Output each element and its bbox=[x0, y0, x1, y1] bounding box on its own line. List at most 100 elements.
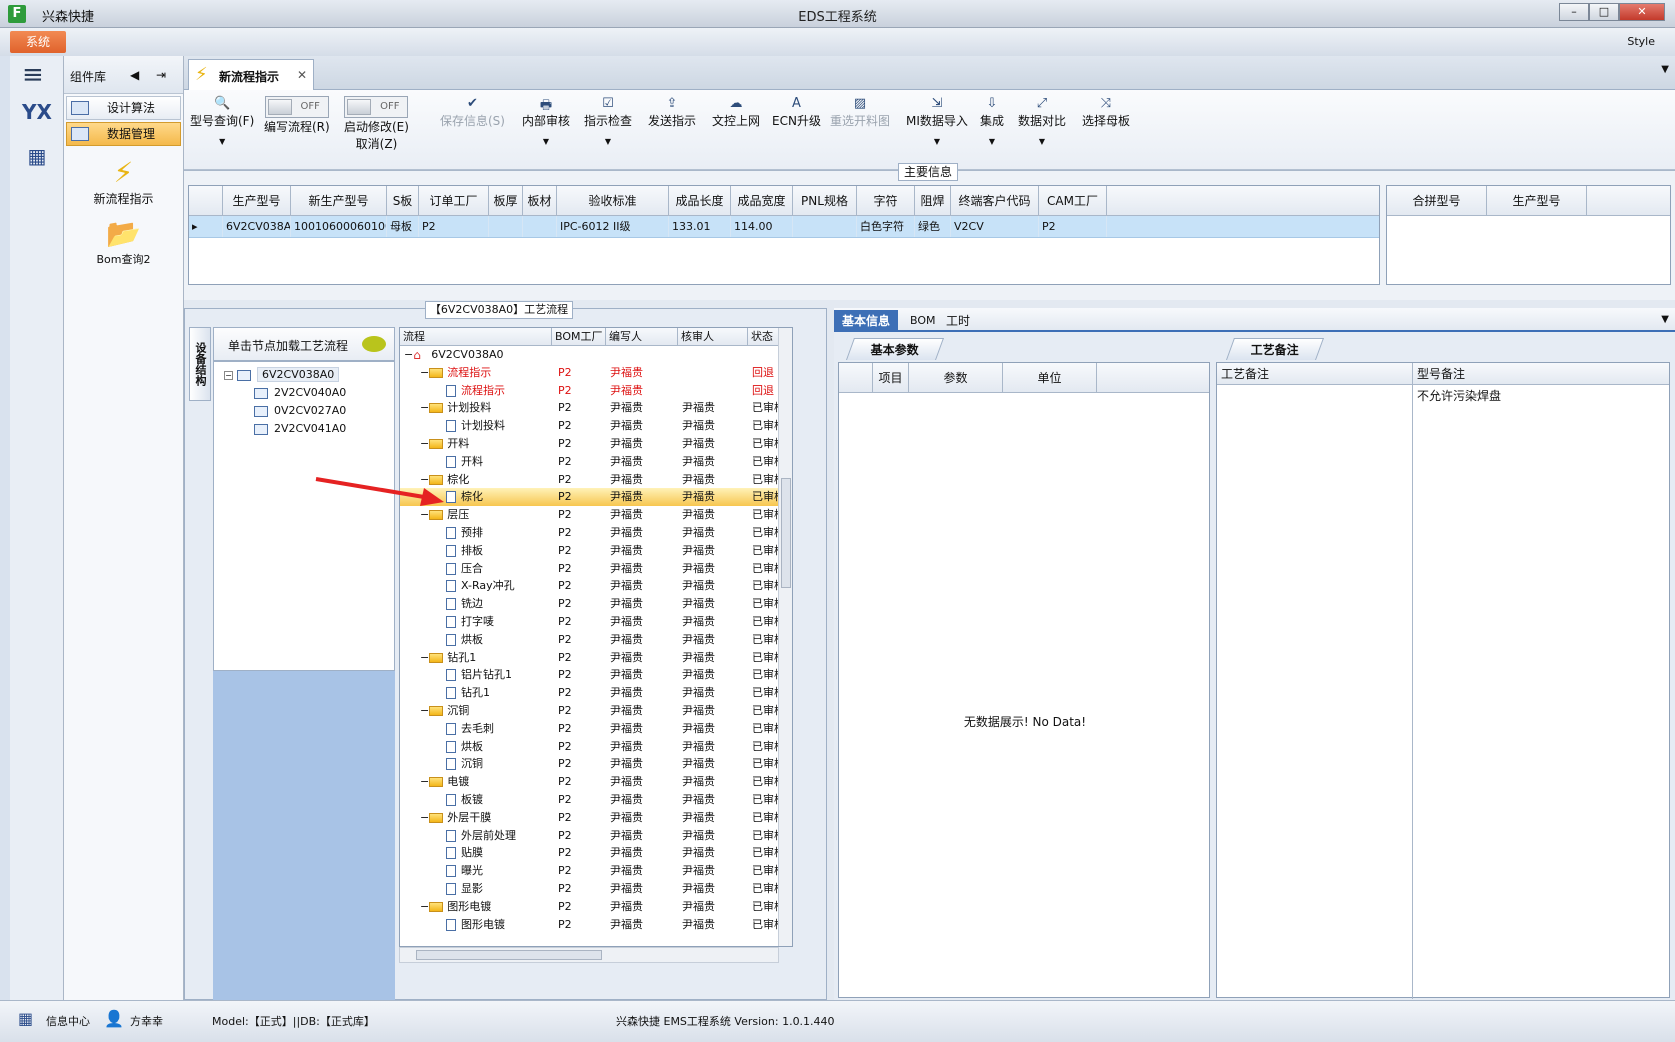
column-header[interactable]: 编写人 bbox=[606, 328, 678, 345]
column-header[interactable]: 核审人 bbox=[678, 328, 748, 345]
tree-node[interactable]: 2V2CV041A0 bbox=[214, 420, 394, 438]
tool-new-flow[interactable]: ⚡ 新流程指示 bbox=[64, 156, 183, 207]
chevron-down-icon[interactable]: ▼ bbox=[1661, 314, 1669, 325]
table-row[interactable]: 显影 P2 尹福贵 尹福贵 已审核 bbox=[400, 880, 792, 898]
table-row[interactable]: 流程指示 P2 尹福贵 回退 bbox=[400, 382, 792, 400]
grid-cell[interactable]: 114.00 bbox=[731, 216, 793, 237]
table-row[interactable]: 外层前处理 P2 尹福贵 尹福贵 已审核 bbox=[400, 827, 792, 845]
table-row[interactable]: − 计划投料 P2 尹福贵 尹福贵 已审核 bbox=[400, 399, 792, 417]
info-center-link[interactable]: 信息中心 bbox=[46, 1013, 90, 1029]
table-row[interactable]: 沉铜 P2 尹福贵 尹福贵 已审核 bbox=[400, 755, 792, 773]
grid-cell[interactable]: 白色字符 bbox=[857, 216, 915, 237]
column-header[interactable]: 终端客户代码 bbox=[951, 186, 1039, 215]
column-header[interactable]: 状态 bbox=[748, 328, 782, 345]
table-row[interactable]: 压合 P2 尹福贵 尹福贵 已审核 bbox=[400, 560, 792, 578]
pin-icon[interactable]: ⇥ bbox=[156, 68, 166, 82]
grid-cell[interactable]: 10010600060100 bbox=[291, 216, 387, 237]
edit-flow-toggle[interactable]: OFF 编写流程(R) bbox=[264, 96, 330, 135]
tool-bom-query[interactable]: 📂 Bom查询2 bbox=[64, 217, 183, 267]
grid-cell[interactable]: 绿色 bbox=[915, 216, 951, 237]
table-row[interactable]: − 外层干膜 P2 尹福贵 尹福贵 已审核 bbox=[400, 809, 792, 827]
library-item-data-management[interactable]: 数据管理 bbox=[66, 122, 181, 146]
style-menu[interactable]: Style bbox=[1627, 35, 1655, 48]
table-row[interactable]: 预排 P2 尹福贵 尹福贵 已审核 bbox=[400, 524, 792, 542]
column-header[interactable]: PNL规格 bbox=[793, 186, 857, 215]
table-row[interactable]: − 沉铜 P2 尹福贵 尹福贵 已审核 bbox=[400, 702, 792, 720]
system-menu-button[interactable]: 系统 bbox=[10, 31, 66, 53]
table-row[interactable]: 贴膜 P2 尹福贵 尹福贵 已审核 bbox=[400, 844, 792, 862]
select-master-button[interactable]: ⤨ 选择母板 bbox=[1082, 96, 1130, 129]
tab-process-remarks[interactable]: 工艺备注 bbox=[1225, 338, 1325, 360]
save-button[interactable]: ✔ 保存信息(S) bbox=[440, 96, 505, 129]
column-header[interactable]: 验收标准 bbox=[557, 186, 669, 215]
tab-work-hours[interactable]: 工时 bbox=[938, 310, 978, 332]
column-header[interactable]: 阻焊 bbox=[915, 186, 951, 215]
scroll-thumb[interactable] bbox=[781, 478, 791, 588]
grid-cell[interactable]: 母板 bbox=[387, 216, 419, 237]
grid-cell[interactable] bbox=[489, 216, 523, 237]
tab-basic-info[interactable]: 基本信息 bbox=[834, 310, 899, 332]
table-row[interactable]: 曝光 P2 尹福贵 尹福贵 已审核 bbox=[400, 862, 792, 880]
table-row[interactable]: ▸6V2CV038A010010600060100母板P2IPC-6012 II… bbox=[189, 216, 1379, 238]
table-row[interactable]: − 开料 P2 尹福贵 尹福贵 已审核 bbox=[400, 435, 792, 453]
close-tab-icon[interactable]: ✕ bbox=[297, 68, 307, 82]
table-row[interactable]: 排板 P2 尹福贵 尹福贵 已审核 bbox=[400, 542, 792, 560]
column-header[interactable]: 板厚 bbox=[489, 186, 523, 215]
tab-new-flow[interactable]: ⚡ 新流程指示 ✕ bbox=[188, 59, 314, 90]
column-header[interactable]: 板材 bbox=[523, 186, 557, 215]
column-header[interactable]: CAM工厂 bbox=[1039, 186, 1107, 215]
send-instruction-button[interactable]: ⇪ 发送指示 bbox=[648, 96, 696, 129]
toggle-switch[interactable]: OFF bbox=[264, 96, 329, 118]
table-row[interactable]: − 棕化 P2 尹福贵 尹福贵 已审核 bbox=[400, 471, 792, 489]
design-module-icon[interactable]: YX bbox=[20, 100, 54, 134]
reselect-button[interactable]: ▨ 重选开料图 bbox=[830, 96, 890, 129]
start-modify-toggle[interactable]: OFF 启动修改(E) 取消(Z) bbox=[344, 96, 409, 152]
column-header[interactable]: 新生产型号 bbox=[291, 186, 387, 215]
collapse-left-icon[interactable]: ◀ bbox=[130, 68, 139, 82]
minimize-icon[interactable]: – bbox=[1559, 3, 1589, 21]
compare-button[interactable]: ⤢ 数据对比 ▼ bbox=[1018, 96, 1066, 146]
column-header[interactable]: BOM工厂 bbox=[552, 328, 606, 345]
table-row[interactable]: 板镀 P2 尹福贵 尹福贵 已审核 bbox=[400, 791, 792, 809]
column-header[interactable]: 成品宽度 bbox=[731, 186, 793, 215]
column-header[interactable]: 成品长度 bbox=[669, 186, 731, 215]
model-query-button[interactable]: 🔍 型号查询(F) ▼ bbox=[190, 96, 254, 146]
grid-cell[interactable]: IPC-6012 II级 bbox=[557, 216, 669, 237]
column-header[interactable]: 流程 bbox=[400, 328, 552, 345]
toggle-switch[interactable]: OFF bbox=[344, 96, 409, 118]
table-row[interactable]: − 层压 P2 尹福贵 尹福贵 已审核 bbox=[400, 506, 792, 524]
upload-button[interactable]: ☁ 文控上网 bbox=[712, 96, 760, 129]
table-row[interactable]: 钻孔1 P2 尹福贵 尹福贵 已审核 bbox=[400, 684, 792, 702]
calculator-icon[interactable]: ▦ bbox=[20, 144, 54, 178]
column-header[interactable]: 参数 bbox=[909, 363, 1003, 392]
column-header[interactable]: 项目 bbox=[873, 363, 909, 392]
internal-audit-button[interactable]: 🖶 内部审核 ▼ bbox=[522, 96, 570, 146]
table-row[interactable]: 开料 P2 尹福贵 尹福贵 已审核 bbox=[400, 453, 792, 471]
tree-node[interactable]: 2V2CV040A0 bbox=[214, 384, 394, 402]
table-row[interactable]: 棕化 P2 尹福贵 尹福贵 已审核 bbox=[400, 488, 792, 507]
grid-cell[interactable]: P2 bbox=[1039, 216, 1107, 237]
table-row[interactable]: 烘板 P2 尹福贵 尹福贵 已审核 bbox=[400, 631, 792, 649]
column-header[interactable]: 字符 bbox=[857, 186, 915, 215]
grid-cell[interactable]: 6V2CV038A0 bbox=[223, 216, 291, 237]
table-row[interactable]: − 电镀 P2 尹福贵 尹福贵 已审核 bbox=[400, 773, 792, 791]
grid-cell[interactable]: V2CV bbox=[951, 216, 1039, 237]
grid-cell[interactable] bbox=[793, 216, 857, 237]
vertical-scrollbar[interactable] bbox=[778, 328, 792, 946]
ecn-upgrade-button[interactable]: A ECN升级 bbox=[772, 96, 821, 129]
column-header[interactable]: 生产型号 bbox=[223, 186, 291, 215]
table-row[interactable]: 铣边 P2 尹福贵 尹福贵 已审核 bbox=[400, 595, 792, 613]
column-header[interactable]: 单位 bbox=[1003, 363, 1097, 392]
grid-cell[interactable] bbox=[523, 216, 557, 237]
tree-node[interactable]: −6V2CV038A0 bbox=[214, 366, 394, 384]
close-icon[interactable]: ✕ bbox=[1619, 3, 1665, 21]
table-row[interactable]: 烘板 P2 尹福贵 尹福贵 已审核 bbox=[400, 738, 792, 756]
table-row[interactable]: − 钻孔1 P2 尹福贵 尹福贵 已审核 bbox=[400, 649, 792, 667]
instruction-check-button[interactable]: ☑ 指示检查 ▼ bbox=[584, 96, 632, 146]
table-row[interactable]: 打字唛 P2 尹福贵 尹福贵 已审核 bbox=[400, 613, 792, 631]
grid-cell[interactable]: 133.01 bbox=[669, 216, 731, 237]
column-header[interactable]: 订单工厂 bbox=[419, 186, 489, 215]
flow-root-row[interactable]: −⌂ 6V2CV038A0 bbox=[400, 346, 792, 364]
horizontal-scrollbar[interactable] bbox=[399, 947, 779, 963]
tree-node[interactable]: 0V2CV027A0 bbox=[214, 402, 394, 420]
